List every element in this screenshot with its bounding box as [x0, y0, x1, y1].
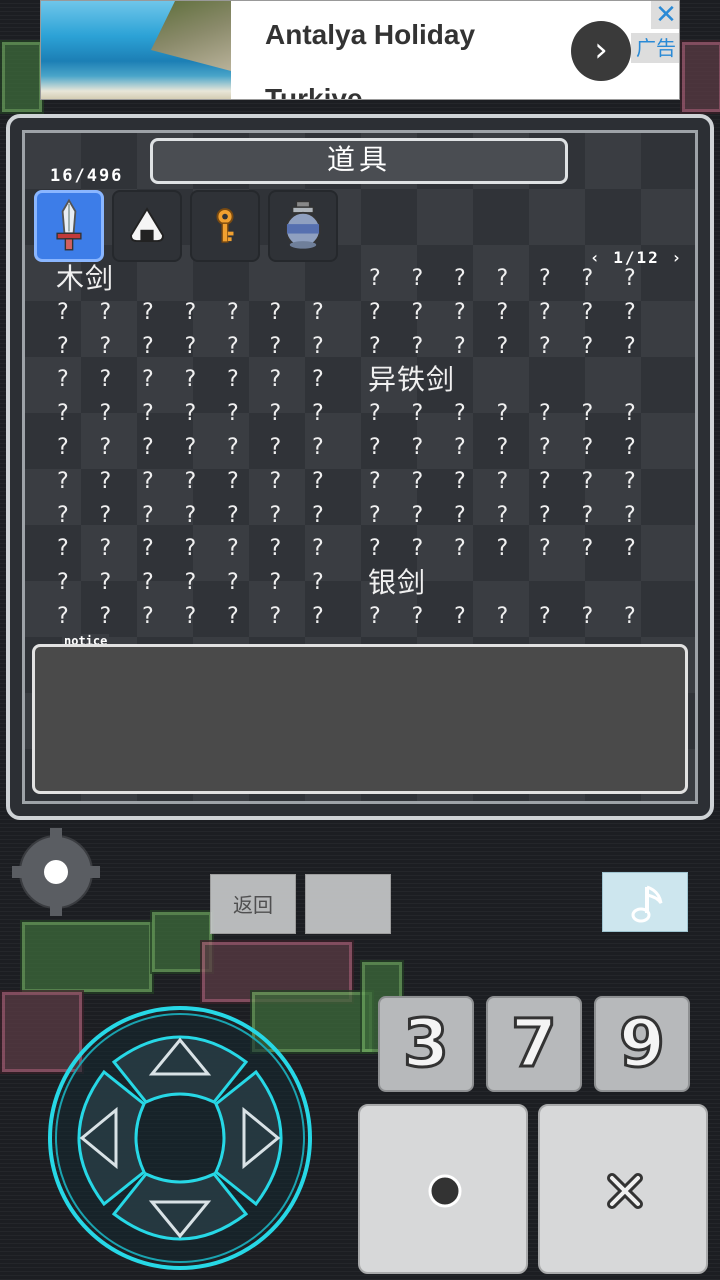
ad-subtitle[interactable]: Turkiye — [265, 83, 363, 99]
item-slot[interactable]: ? ? ? ? ? ? ? — [56, 532, 324, 566]
item-list-right: ? ? ? ? ? ? ?? ? ? ? ? ? ?? ? ? ? ? ? ? 异… — [368, 262, 636, 634]
item-slot[interactable]: ? ? ? ? ? ? ? — [56, 296, 324, 330]
circle-icon — [428, 1174, 462, 1208]
pot-icon — [285, 200, 321, 249]
item-slot[interactable]: ? ? ? ? ? ? ? — [56, 465, 324, 499]
tab-food[interactable] — [112, 190, 182, 262]
item-slot[interactable]: ? ? ? ? ? ? ? — [368, 499, 636, 533]
tab-items[interactable] — [268, 190, 338, 262]
item-slot[interactable]: ? ? ? ? ? ? ? — [56, 600, 324, 634]
item-slot[interactable]: ? ? ? ? ? ? ? — [368, 330, 636, 364]
item-list-left: 木剑? ? ? ? ? ? ?? ? ? ? ? ? ?? ? ? ? ? ? … — [56, 262, 324, 634]
skill-button-9[interactable]: 9 — [594, 996, 690, 1092]
cross-icon — [607, 1173, 643, 1209]
page-next-button[interactable]: › — [671, 248, 683, 267]
item-slot[interactable]: ? ? ? ? ? ? ? — [368, 397, 636, 431]
item-slot[interactable]: ? ? ? ? ? ? ? — [368, 431, 636, 465]
skill-button-7[interactable]: 7 — [486, 996, 582, 1092]
ad-title[interactable]: Antalya Holiday — [265, 19, 475, 51]
ad-banner[interactable]: Antalya Holiday Turkiye › 广告 ✕ — [40, 0, 680, 100]
inventory-title: 道具 — [150, 138, 568, 184]
item-slot[interactable]: ? ? ? ? ? ? ? — [56, 431, 324, 465]
item-slot[interactable]: ? ? ? ? ? ? ? — [368, 600, 636, 634]
page-number: 1/12 — [613, 248, 660, 267]
item-slot[interactable]: ? ? ? ? ? ? ? — [56, 499, 324, 533]
tab-keys[interactable] — [190, 190, 260, 262]
ad-image[interactable] — [41, 1, 231, 99]
gear-icon[interactable] — [12, 828, 100, 916]
ad-label: 广告 — [631, 33, 679, 63]
item-count: 16/496 — [50, 166, 124, 186]
confirm-button[interactable] — [358, 1104, 528, 1274]
ad-close-button[interactable]: ✕ — [651, 1, 679, 29]
skill-button-3-label: 3 — [402, 1004, 451, 1084]
item-slot[interactable]: 异铁剑 — [368, 363, 608, 397]
item-slot[interactable]: ? ? ? ? ? ? ? — [368, 532, 636, 566]
cancel-button[interactable] — [538, 1104, 708, 1274]
skill-button-9-label: 9 — [618, 1004, 667, 1084]
blank-button[interactable] — [305, 874, 391, 934]
notice-box — [32, 644, 688, 794]
music-button[interactable] — [602, 872, 688, 932]
tab-weapons[interactable] — [34, 190, 104, 262]
item-slot[interactable]: ? ? ? ? ? ? ? — [368, 465, 636, 499]
skill-button-3[interactable]: 3 — [378, 996, 474, 1092]
onigiri-icon — [130, 207, 164, 243]
item-slot[interactable]: ? ? ? ? ? ? ? — [368, 262, 636, 296]
skill-button-7-label: 7 — [510, 1004, 559, 1084]
ad-open-button[interactable]: › — [571, 21, 631, 81]
dpad-icon[interactable] — [44, 1002, 316, 1274]
sword-icon — [56, 198, 82, 251]
music-note-icon — [631, 885, 663, 923]
back-button[interactable]: 返回 — [210, 874, 296, 934]
item-slot[interactable]: ? ? ? ? ? ? ? — [368, 296, 636, 330]
item-slot[interactable]: ? ? ? ? ? ? ? — [56, 363, 324, 397]
item-slot[interactable]: ? ? ? ? ? ? ? — [56, 397, 324, 431]
item-slot[interactable]: 银剑 — [368, 566, 608, 600]
item-slot[interactable]: 木剑 — [56, 262, 296, 296]
item-slot[interactable]: ? ? ? ? ? ? ? — [56, 566, 324, 600]
key-icon — [216, 208, 234, 243]
item-slot[interactable]: ? ? ? ? ? ? ? — [56, 330, 324, 364]
